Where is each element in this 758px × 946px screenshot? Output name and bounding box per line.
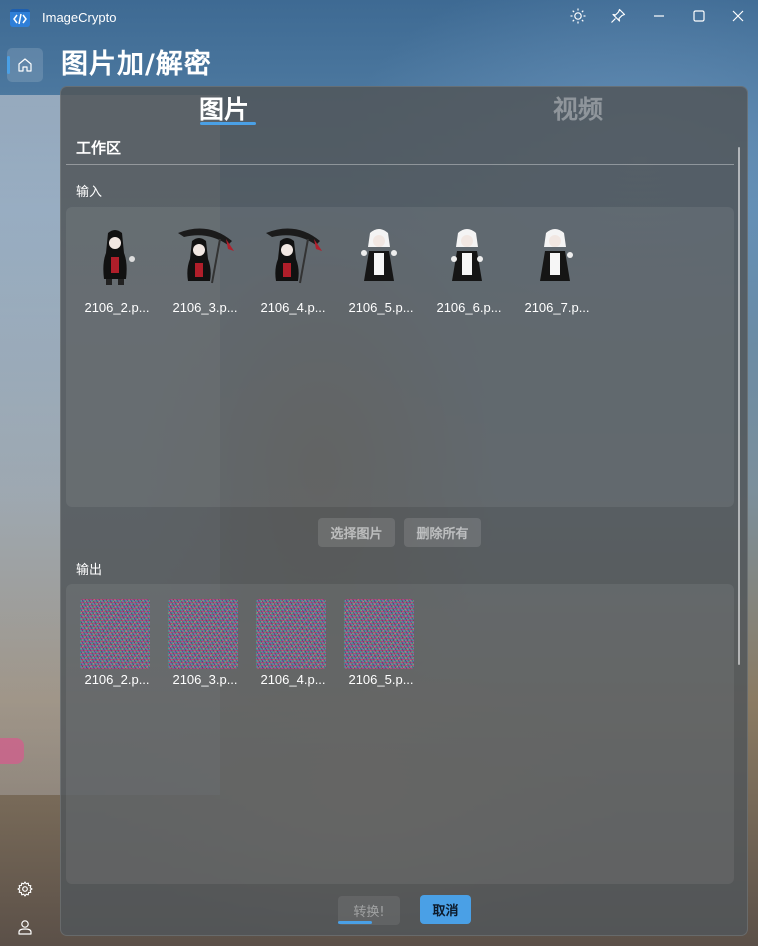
maximize-icon — [693, 10, 705, 22]
sun-icon — [570, 8, 586, 24]
page-title: 图片加/解密 — [61, 49, 212, 80]
output-file-item[interactable]: 2106_3.p... — [168, 599, 240, 687]
nav-account[interactable] — [14, 916, 36, 938]
maximize-button[interactable] — [687, 5, 711, 27]
input-file-item[interactable]: 2106_5.p... — [344, 223, 416, 315]
output-file-item[interactable]: 2106_5.p... — [344, 599, 416, 687]
app-title: ImageCrypto — [42, 10, 117, 25]
input-file-item[interactable]: 2106_7.p... — [520, 223, 592, 315]
input-file-name: 2106_6.p... — [436, 300, 502, 315]
pin-icon — [611, 8, 626, 23]
input-file-name: 2106_2.p... — [84, 300, 150, 315]
output-thumbnail — [344, 599, 414, 669]
nav-settings[interactable] — [14, 878, 36, 900]
output-file-item[interactable]: 2106_2.p... — [80, 599, 152, 687]
input-thumbnail — [103, 230, 135, 285]
tab-image[interactable]: 图片 — [199, 90, 249, 126]
input-file-item[interactable]: 2106_3.p... — [168, 223, 240, 315]
nav-home[interactable] — [7, 48, 43, 82]
tab-video[interactable]: 视频 — [553, 90, 603, 126]
close-icon — [732, 10, 744, 22]
code-icon — [10, 9, 30, 27]
main-card: 图片 视频 工作区 输入 2106_2.p... 2106_3.p... 210… — [60, 86, 748, 936]
workspace-heading: 工作区 — [76, 139, 122, 157]
user-icon — [18, 920, 32, 935]
convert-progress-indicator — [338, 921, 372, 924]
nav-selection-indicator — [7, 56, 10, 74]
output-thumbnail — [168, 599, 238, 669]
background-accent-ghost — [0, 738, 24, 764]
gear-icon — [17, 881, 33, 897]
workspace-divider — [66, 164, 734, 165]
minimize-icon — [654, 15, 664, 17]
output-thumbnail — [80, 599, 150, 669]
input-file-item[interactable]: 2106_6.p... — [432, 223, 504, 315]
minimize-button[interactable] — [647, 5, 671, 27]
input-file-item[interactable]: 2106_4.p... — [256, 223, 328, 315]
input-file-name: 2106_3.p... — [172, 300, 238, 315]
input-panel: 2106_2.p... 2106_3.p... 2106_4.p... 2106… — [66, 207, 734, 507]
title-bar: ImageCrypto — [0, 0, 758, 34]
input-file-name: 2106_4.p... — [260, 300, 326, 315]
theme-toggle-button[interactable] — [566, 5, 590, 27]
delete-all-button[interactable]: 删除所有 — [404, 518, 481, 547]
cancel-button[interactable]: 取消 — [420, 895, 471, 924]
select-images-button[interactable]: 选择图片 — [318, 518, 395, 547]
input-thumbnail — [451, 229, 483, 281]
output-file-item[interactable]: 2106_4.p... — [256, 599, 328, 687]
input-thumbnail — [540, 229, 573, 281]
input-file-item[interactable]: 2106_2.p... — [80, 223, 152, 315]
input-file-name: 2106_5.p... — [348, 300, 414, 315]
input-thumbnail — [266, 228, 322, 284]
output-file-name: 2106_5.p... — [348, 672, 414, 687]
close-button[interactable] — [726, 5, 750, 27]
input-thumbnail — [178, 228, 234, 284]
input-file-name: 2106_7.p... — [524, 300, 590, 315]
tab-selected-indicator — [200, 122, 256, 125]
home-icon — [18, 58, 32, 72]
output-file-name: 2106_3.p... — [172, 672, 238, 687]
output-file-name: 2106_2.p... — [84, 672, 150, 687]
input-label: 输入 — [76, 185, 103, 200]
output-panel: 2106_2.p... 2106_3.p... 2106_4.p... 2106… — [66, 584, 734, 884]
vertical-scrollbar[interactable] — [738, 147, 740, 665]
output-thumbnail — [256, 599, 326, 669]
output-file-name: 2106_4.p... — [260, 672, 326, 687]
input-thumbnail — [361, 229, 397, 281]
output-label: 输出 — [76, 563, 103, 578]
pin-button[interactable] — [606, 5, 630, 27]
